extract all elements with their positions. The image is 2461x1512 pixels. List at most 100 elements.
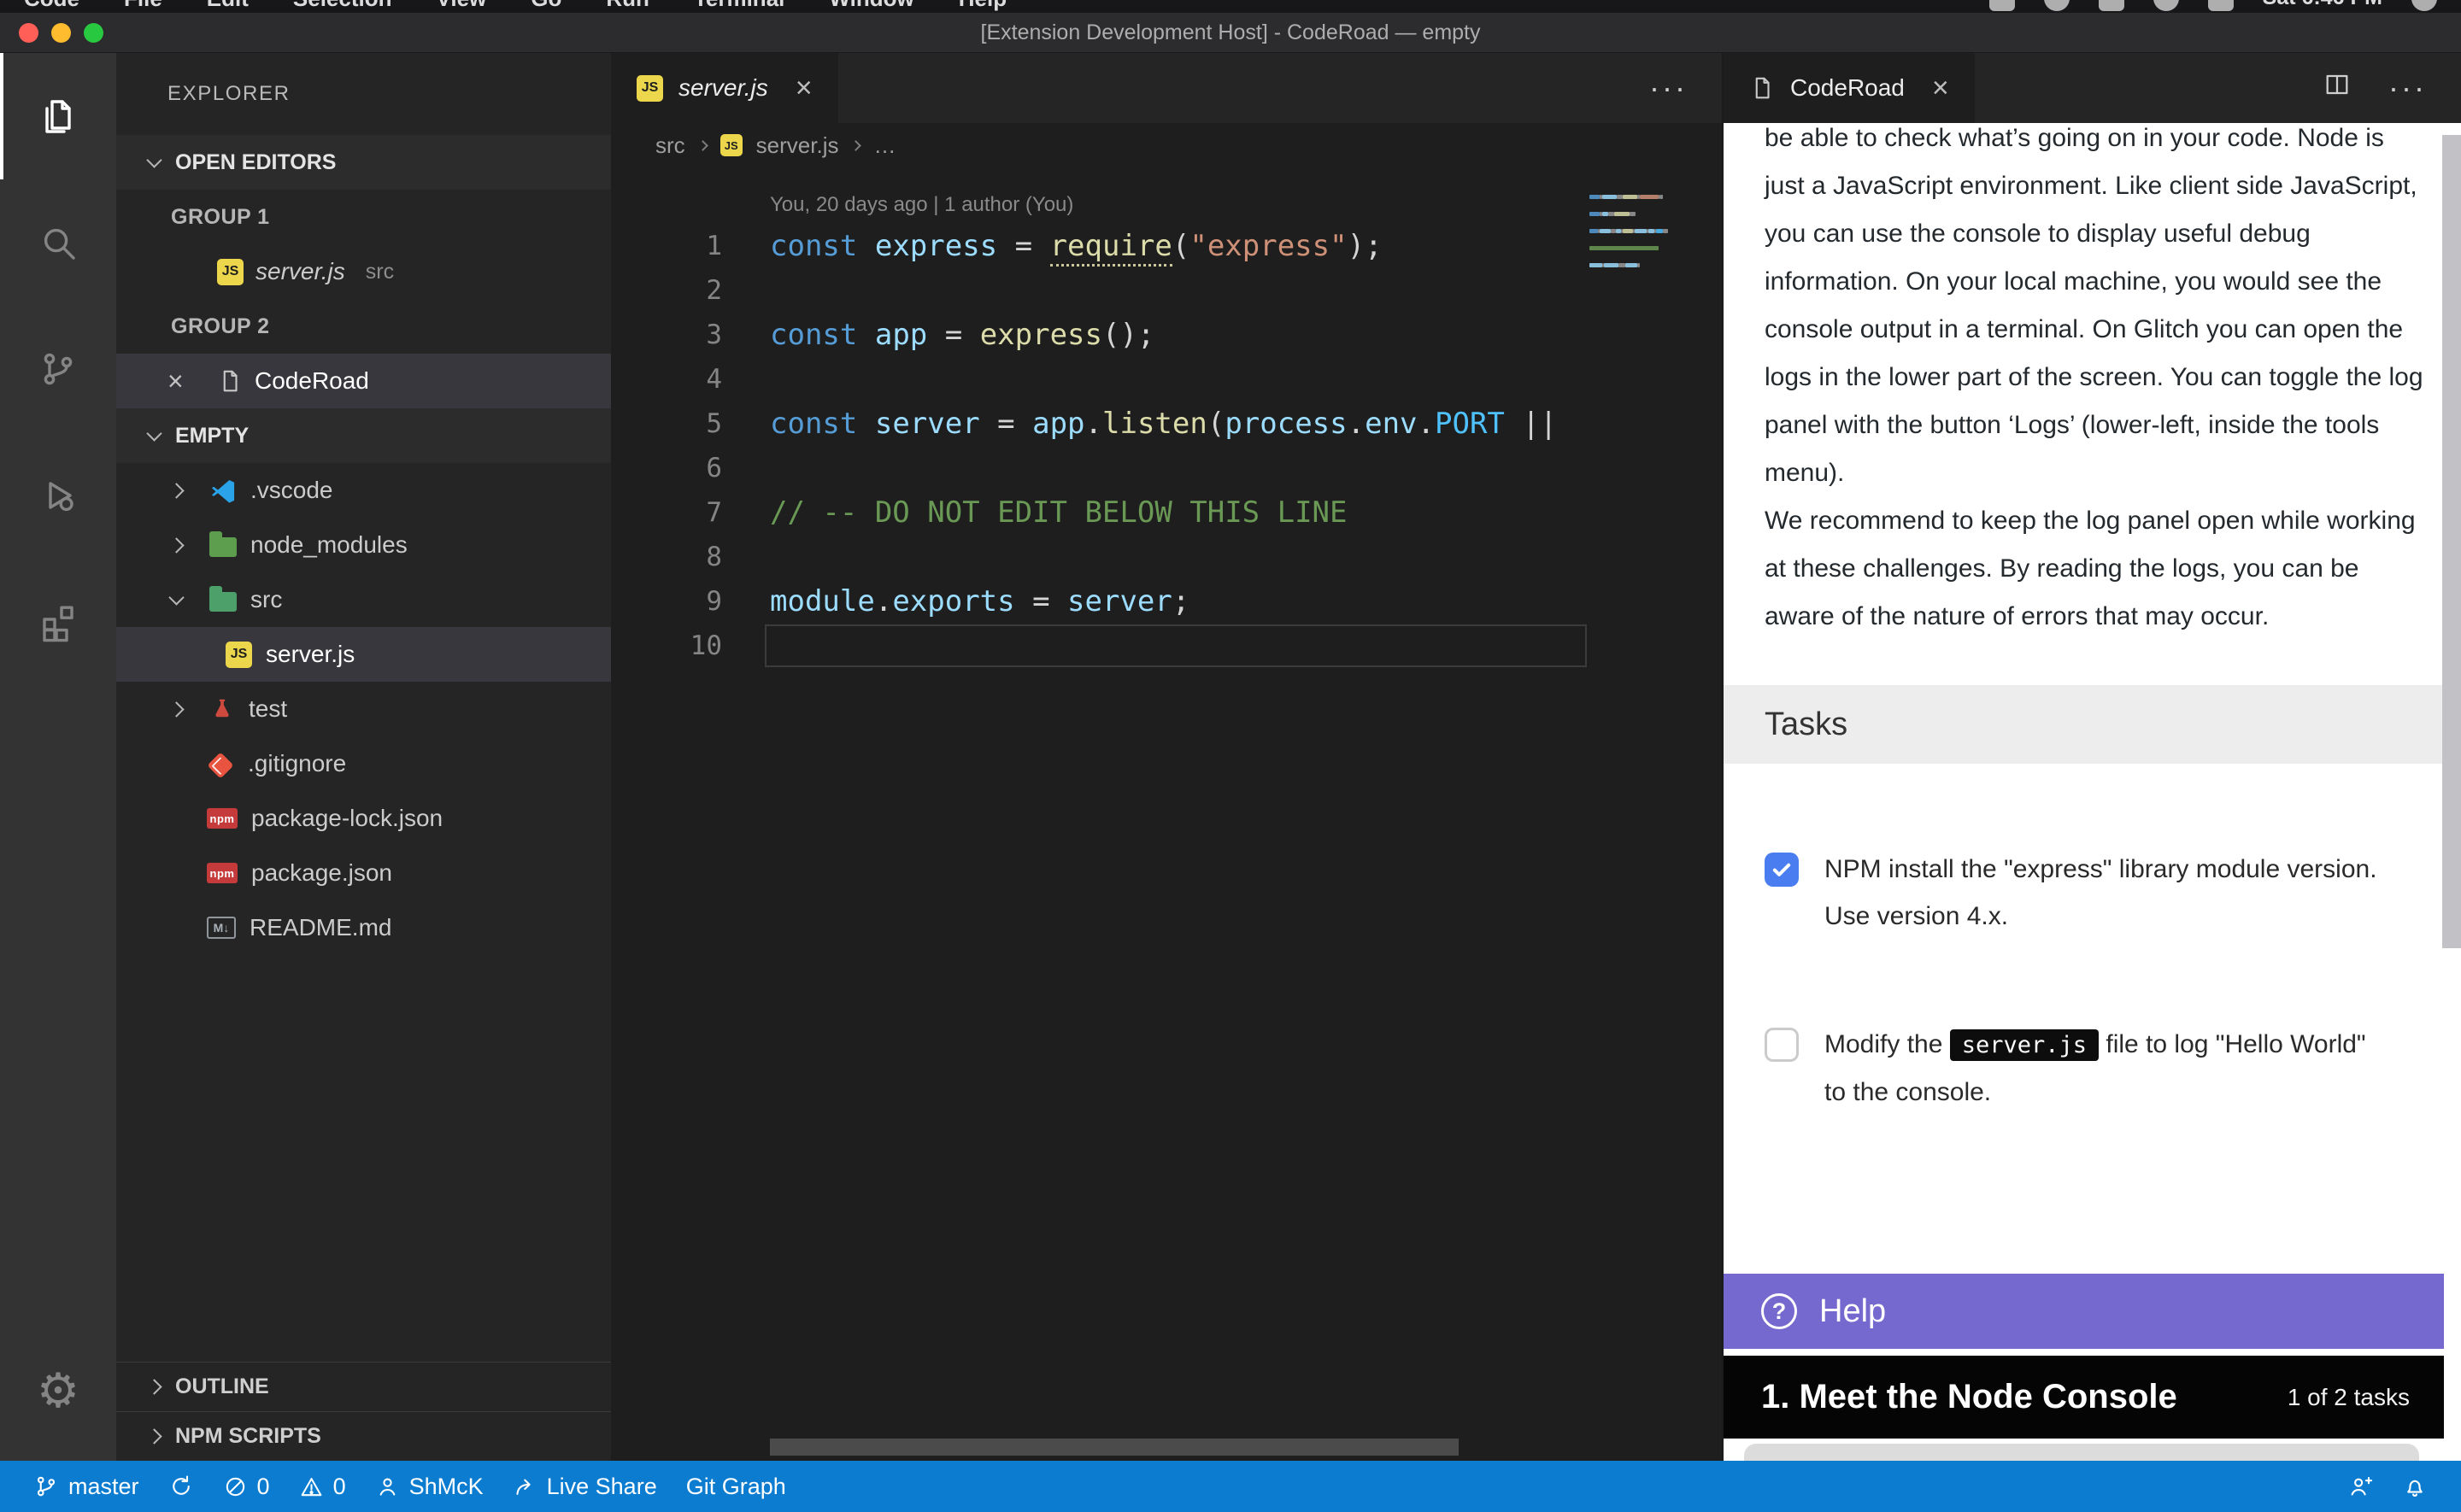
task-checkbox-unchecked[interactable]	[1765, 1028, 1799, 1062]
chevron-right-icon	[168, 537, 184, 553]
close-tab-icon[interactable]: ×	[1932, 73, 1949, 103]
menu-selection[interactable]: Selection	[293, 0, 392, 13]
tree-item-.gitignore[interactable]: .gitignore	[116, 736, 611, 791]
menu-file[interactable]: File	[124, 0, 162, 13]
person-add-icon	[2347, 1474, 2373, 1499]
status-sync[interactable]	[154, 1461, 209, 1512]
activity-settings-icon[interactable]: ⚙	[0, 1327, 116, 1454]
open-editor-CodeRoad[interactable]: × CodeRoad	[116, 354, 611, 408]
menubar-clock: Sat 6:46 PM	[2263, 0, 2382, 10]
task-checkbox-checked[interactable]	[1765, 853, 1799, 887]
status-bar-right	[2333, 1461, 2442, 1512]
test-folder-icon	[209, 696, 235, 722]
status-git-graph[interactable]: Git Graph	[672, 1461, 801, 1512]
code-line-6[interactable]: 6	[611, 446, 1722, 490]
vscode-window: Code File Edit Selection View Go Run Terminal Wi…	[0, 0, 2461, 1512]
tree-item-test[interactable]: test	[116, 682, 611, 736]
activity-source-control-icon[interactable]	[0, 306, 116, 432]
menu-go[interactable]: Go	[531, 0, 561, 13]
menubar-status-icon	[2044, 0, 2070, 11]
activity-bar: ⚙	[0, 53, 116, 1461]
tab-server-js[interactable]: JS server.js ×	[611, 53, 838, 123]
chevron-right-icon	[146, 1428, 162, 1444]
tree-item-README.md[interactable]: M↓README.md	[116, 900, 611, 955]
status-person-add[interactable]	[2333, 1461, 2388, 1512]
file-tree: .vscode node_modules src JSserver.js tes…	[116, 463, 611, 955]
maximize-window-button[interactable]	[84, 23, 103, 43]
code-line-9[interactable]: 9module.exports = server;	[611, 579, 1722, 624]
code-line-2[interactable]: 2	[611, 268, 1722, 313]
lesson-footer-bar[interactable]: 1. Meet the Node Console 1 of 2 tasks	[1724, 1356, 2444, 1439]
tree-item-package.json[interactable]: npmpackage.json	[116, 846, 611, 900]
menu-help[interactable]: Help	[959, 0, 1007, 13]
activity-explorer-icon[interactable]	[0, 53, 116, 179]
status-master[interactable]: master	[19, 1461, 154, 1512]
tree-item-package-lock.json[interactable]: npmpackage-lock.json	[116, 791, 611, 846]
editor-more-actions-button[interactable]: ···	[1649, 70, 1688, 106]
menu-view[interactable]: View	[437, 0, 487, 13]
split-editor-icon[interactable]	[2323, 70, 2351, 106]
tree-item-server.js[interactable]: JSserver.js	[116, 627, 611, 682]
workspace-header[interactable]: EMPTY	[116, 408, 611, 463]
chevron-right-icon	[168, 483, 184, 498]
tree-item-node_modules[interactable]: node_modules	[116, 518, 611, 572]
vscode-folder-icon	[209, 477, 237, 504]
breadcrumb-item[interactable]: src	[655, 132, 685, 159]
activity-run-debug-icon[interactable]	[0, 432, 116, 559]
sync-icon	[168, 1474, 194, 1499]
chevron-right-icon	[851, 140, 862, 151]
breadcrumb: srcJSserver.js…	[611, 123, 1722, 167]
code-line-8[interactable]: 8	[611, 535, 1722, 579]
menu-window[interactable]: Window	[829, 0, 913, 13]
webview-scrollbar[interactable]	[2442, 135, 2461, 948]
status-live-share[interactable]: Live Share	[498, 1461, 672, 1512]
close-tab-icon[interactable]: ×	[796, 73, 813, 103]
continue-button-partial[interactable]	[1744, 1444, 2419, 1461]
menu-run[interactable]: Run	[606, 0, 649, 13]
tree-item-src[interactable]: src	[116, 572, 611, 627]
activity-extensions-icon[interactable]	[0, 559, 116, 685]
help-bar[interactable]: ? Help	[1724, 1274, 2444, 1349]
code-line-3[interactable]: 3const app = express();	[611, 313, 1722, 357]
status-0[interactable]: 0	[209, 1461, 285, 1512]
status-shmck[interactable]: ShMcK	[361, 1461, 498, 1512]
horizontal-scrollbar[interactable]	[770, 1439, 1459, 1456]
webview-more-actions-button[interactable]: ···	[2388, 70, 2427, 106]
activity-search-icon[interactable]	[0, 179, 116, 306]
menu-edit[interactable]: Edit	[207, 0, 249, 13]
code-line-5[interactable]: 5const server = app.listen(process.env.P…	[611, 401, 1722, 446]
open-editors-header[interactable]: OPEN EDITORS	[116, 135, 611, 190]
webview-tab-bar: CodeRoad × ···	[1724, 53, 2461, 123]
code-line-7[interactable]: 7// -- DO NOT EDIT BELOW THIS LINE	[611, 490, 1722, 535]
menu-terminal[interactable]: Terminal	[694, 0, 784, 13]
macos-menu-bar: Code File Edit Selection View Go Run Terminal Wi…	[0, 0, 2461, 13]
status-0[interactable]: 0	[285, 1461, 361, 1512]
close-editor-icon[interactable]: ×	[167, 366, 205, 397]
explorer-sidebar: EXPLORER OPEN EDITORS GROUP 1 JS server.…	[116, 53, 611, 1461]
chevron-down-icon	[168, 589, 184, 605]
menu-code[interactable]: Code	[24, 0, 79, 13]
breadcrumb-item[interactable]: …	[873, 132, 896, 159]
close-window-button[interactable]	[19, 23, 38, 43]
code-editor[interactable]: You, 20 days ago | 1 author (You) 1const…	[611, 167, 1722, 1461]
js-icon: JS	[637, 75, 663, 102]
tab-coderoad[interactable]: CodeRoad ×	[1724, 53, 1975, 123]
tree-item-.vscode[interactable]: .vscode	[116, 463, 611, 518]
open-editor-server.js[interactable]: JS server.js src	[116, 244, 611, 299]
window-title: [Extension Development Host] - CodeRoad …	[981, 21, 1481, 45]
code-line-4[interactable]: 4	[611, 357, 1722, 401]
traffic-lights	[19, 23, 103, 43]
panel-outline[interactable]: OUTLINE	[116, 1362, 611, 1411]
panel-npm-scripts[interactable]: NPM SCRIPTS	[116, 1411, 611, 1461]
minimize-window-button[interactable]	[51, 23, 71, 43]
tasks-section-header: Tasks	[1724, 685, 2444, 764]
codelens-annotation[interactable]: You, 20 days ago | 1 author (You)	[770, 193, 1722, 217]
menubar-status-icon	[2153, 0, 2179, 11]
minimap[interactable]	[1589, 195, 1668, 280]
breadcrumb-item[interactable]: server.js	[756, 132, 839, 159]
status-bell[interactable]	[2388, 1461, 2442, 1512]
code-line-1[interactable]: 1const express = require("express");	[611, 224, 1722, 268]
code-line-10[interactable]: 10	[611, 624, 1722, 668]
chevron-right-icon	[146, 1379, 162, 1394]
markdown-icon: M↓	[207, 917, 236, 939]
